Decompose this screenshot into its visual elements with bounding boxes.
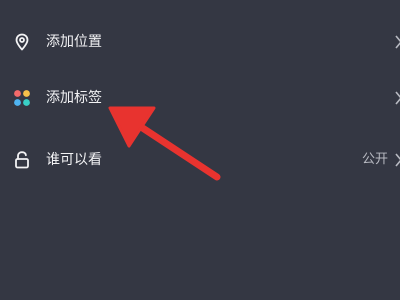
add-tag-label: 添加标签 (46, 90, 102, 106)
privacy-value: 公开 (361, 152, 388, 167)
chevron-right-icon (395, 153, 400, 167)
add-tag-row[interactable]: 添加标签 (0, 78, 400, 118)
who-can-see-label: 谁可以看 (46, 152, 102, 168)
location-pin-icon (12, 32, 32, 52)
colored-dots-icon (12, 88, 32, 108)
post-settings-panel: 添加位置 添加标签 谁可以看 公开 (0, 0, 400, 300)
add-location-label: 添加位置 (46, 34, 102, 50)
chevron-right-icon (395, 91, 400, 105)
who-can-see-row[interactable]: 谁可以看 公开 (0, 140, 400, 180)
add-location-row[interactable]: 添加位置 (0, 22, 400, 62)
chevron-right-icon (395, 35, 400, 49)
unlock-icon (12, 150, 32, 170)
